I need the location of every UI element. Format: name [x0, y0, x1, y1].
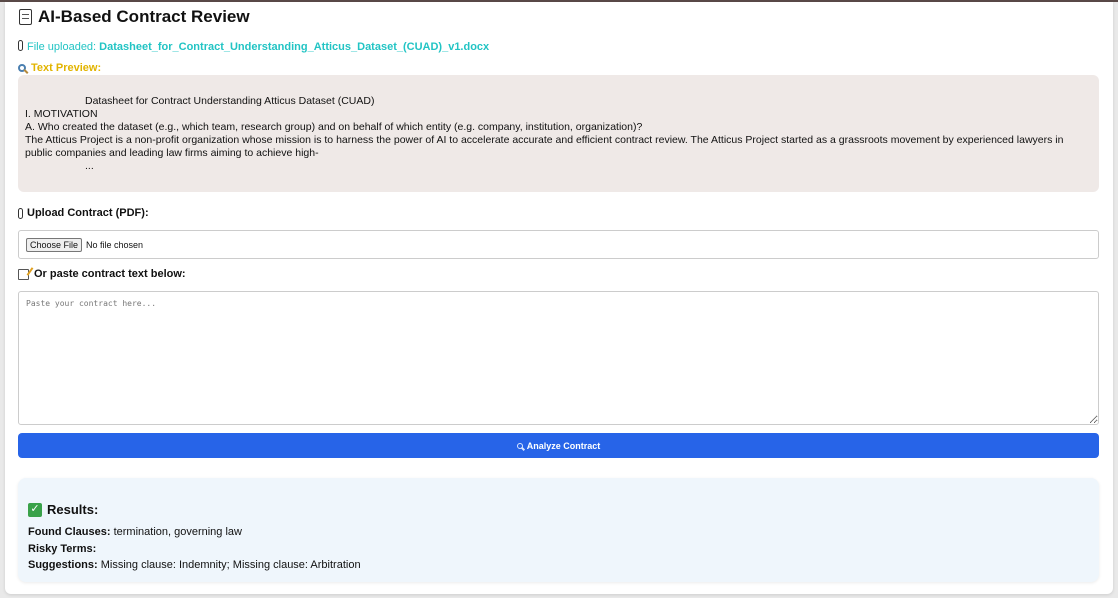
upload-status: File uploaded: Datasheet_for_Contract_Un…	[18, 40, 489, 53]
text-preview-box: Datasheet for Contract Understanding Att…	[18, 75, 1099, 192]
risky-terms-line: Risky Terms:	[28, 541, 1089, 558]
memo-icon	[18, 268, 29, 280]
text-preview-label: Text Preview:	[18, 62, 101, 74]
choose-file-button[interactable]: Choose File	[26, 237, 83, 252]
magnifier-icon	[18, 64, 26, 72]
file-status-text: No file chosen	[86, 239, 144, 250]
main-card: AI-Based Contract Review File uploaded: …	[5, 2, 1113, 594]
document-icon	[19, 9, 32, 25]
found-clauses-value: termination, governing law	[113, 526, 242, 538]
paste-text-label: Or paste contract text below:	[18, 268, 186, 280]
page-title: AI-Based Contract Review	[19, 7, 250, 27]
preview-line: Datasheet for Contract Understanding Att…	[85, 95, 375, 107]
preview-line: The Atticus Project is a non-profit orga…	[25, 134, 1064, 159]
found-clauses-label: Found Clauses:	[28, 526, 111, 538]
upload-status-prefix: File uploaded:	[27, 41, 97, 53]
contract-text-area[interactable]	[18, 291, 1099, 425]
paste-text-label-text: Or paste contract text below:	[34, 268, 186, 280]
paperclip-icon	[18, 207, 23, 219]
preview-line: I. MOTIVATION	[25, 108, 98, 120]
results-title-text: Results:	[47, 502, 99, 517]
suggestions-line: Suggestions: Missing clause: Indemnity; …	[28, 557, 1089, 574]
preview-line: A. Who created the dataset (e.g., which …	[25, 121, 643, 133]
file-input[interactable]: Choose File No file chosen	[18, 230, 1099, 259]
text-preview-label-text: Text Preview:	[31, 62, 102, 74]
preview-ellipsis: ...	[85, 160, 94, 172]
analyze-contract-label: Analyze Contract	[526, 440, 601, 451]
suggestions-value: Missing clause: Indemnity; Missing claus…	[100, 559, 361, 571]
page-title-text: AI-Based Contract Review	[38, 7, 250, 26]
analyze-contract-button[interactable]: Analyze Contract	[18, 433, 1099, 458]
upload-contract-label: Upload Contract (PDF):	[18, 207, 149, 219]
found-clauses-line: Found Clauses: termination, governing la…	[28, 524, 1089, 541]
paperclip-icon	[18, 40, 23, 51]
results-title: ✓ Results:	[28, 502, 1089, 517]
suggestions-label: Suggestions:	[28, 559, 98, 571]
upload-contract-label-text: Upload Contract (PDF):	[27, 207, 149, 219]
magnifier-icon	[516, 442, 523, 449]
results-panel: ✓ Results: Found Clauses: termination, g…	[18, 478, 1099, 582]
check-mark-icon: ✓	[28, 502, 42, 517]
risky-terms-label: Risky Terms:	[28, 542, 97, 555]
uploaded-filename: Datasheet_for_Contract_Understanding_Att…	[99, 41, 490, 53]
